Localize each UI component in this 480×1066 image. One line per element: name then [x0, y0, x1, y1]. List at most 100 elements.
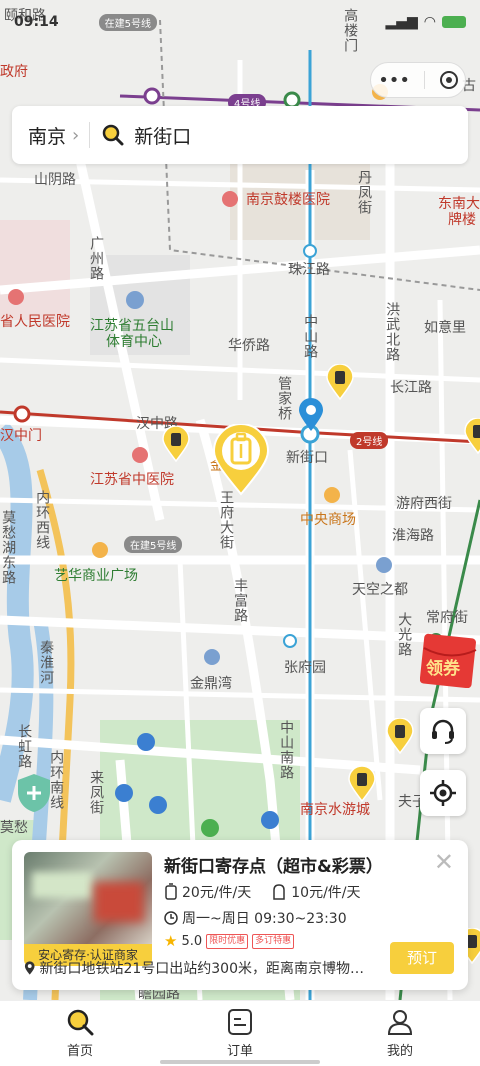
map-label: 东南大: [438, 196, 480, 212]
price-small: 10元/件/天: [291, 885, 361, 901]
search-bar[interactable]: 南京 › 新街口: [12, 106, 468, 164]
rating-value: 5.0: [181, 933, 203, 949]
map-label: 如意里: [424, 320, 466, 336]
map-label: 中山南路: [278, 720, 295, 780]
status-icons: ▂▄▆ ◠: [385, 14, 466, 30]
large-luggage-icon: [165, 883, 177, 900]
map-view[interactable]: 颐和路 政府 高楼门 古 4号线 山阴路 南京鼓楼医院 丹凤街 东南大 牌楼 广…: [0, 0, 480, 1000]
status-metro-tag: 在建5号线: [98, 13, 157, 31]
current-location-pin: [299, 398, 323, 431]
nav-home-label: 首页: [66, 1044, 93, 1059]
map-label: 新街口: [286, 450, 328, 466]
chevron-right-icon[interactable]: ›: [72, 125, 79, 146]
map-label: 秦淮河: [38, 640, 55, 685]
map-label: 江苏省五台山: [90, 318, 174, 334]
store-photo: [24, 852, 152, 944]
search-home-icon: [67, 1009, 94, 1036]
search-icon: [102, 124, 124, 146]
headset-icon: [432, 719, 454, 744]
mini-program-capsule[interactable]: •••: [370, 62, 466, 98]
battery-icon: [442, 16, 466, 28]
more-icon[interactable]: •••: [378, 70, 410, 91]
search-input[interactable]: 新街口: [134, 122, 191, 149]
map-label: 华侨路: [228, 338, 270, 354]
map-label: 江苏省中医院: [90, 472, 174, 488]
status-time: 09:14: [14, 14, 59, 30]
city-selector[interactable]: 南京: [28, 122, 66, 149]
map-label: 牌楼: [448, 212, 476, 228]
bottom-nav: 首页 订单 我的: [0, 1000, 480, 1066]
nav-orders[interactable]: 订单: [160, 1001, 320, 1066]
map-label: 洪武北路: [384, 302, 401, 362]
promo-tag: 限时优惠: [206, 933, 249, 949]
map-label: 金鼎湾: [190, 676, 232, 692]
opening-hours: 周一~周日 09:30~23:30: [182, 911, 347, 927]
map-label: 莫愁: [0, 820, 28, 836]
nav-mine[interactable]: 我的: [320, 1001, 480, 1066]
price-row: 20元/件/天 10元/件/天: [164, 882, 361, 902]
map-label: 汉中门: [0, 428, 42, 444]
coupon-label: 领券: [426, 659, 460, 679]
map-label: 来凤街: [88, 770, 105, 815]
metro-line-tag: 在建5号线: [124, 536, 183, 553]
customer-service-button[interactable]: [420, 708, 466, 754]
map-label: 大光路: [396, 612, 413, 657]
map-label: 张府园: [284, 660, 326, 676]
nav-home[interactable]: 首页: [0, 1001, 160, 1066]
signal-icon: ▂▄▆: [385, 14, 418, 30]
map-label: 长江路: [390, 380, 432, 396]
address-text: 新街口地铁站21号口出站约300米，距离南京博物…: [39, 961, 364, 977]
storage-pin[interactable]: [464, 418, 480, 454]
user-icon: [387, 1010, 413, 1035]
close-icon[interactable]: ✕: [434, 850, 454, 874]
crosshair-icon: [430, 780, 456, 806]
nav-mine-label: 我的: [386, 1044, 413, 1059]
locate-me-button[interactable]: [420, 770, 466, 816]
rating-row: ★ 5.0 限时优惠 多订特惠: [164, 932, 295, 950]
map-label: 中山路: [302, 314, 319, 359]
book-button[interactable]: 预订: [390, 942, 454, 974]
location-icon: [24, 961, 35, 975]
map-label: 王府大街: [218, 490, 235, 550]
storage-pin[interactable]: [386, 718, 414, 754]
order-icon: [228, 1009, 252, 1035]
home-indicator: [160, 1060, 320, 1064]
map-label: 淮海路: [392, 528, 434, 544]
storage-pin[interactable]: [348, 766, 376, 802]
close-target-icon[interactable]: [439, 71, 458, 89]
nav-orders-label: 订单: [226, 1044, 253, 1059]
map-label: 内环西线: [34, 490, 51, 550]
map-label: 丰富路: [232, 578, 249, 623]
store-title: 新街口寄存点（超市&彩票）: [164, 857, 383, 877]
map-label: 南京鼓楼医院: [246, 192, 330, 208]
map-label: 游府西街: [396, 496, 452, 512]
wifi-icon: ◠: [423, 14, 436, 30]
map-label: 政府: [0, 64, 28, 80]
storage-pin[interactable]: [326, 364, 354, 400]
address-row: 新街口地铁站21号口出站约300米，距离南京博物…: [24, 958, 364, 978]
map-label: 艺华商业广场: [54, 568, 138, 584]
selected-storage-pin[interactable]: [212, 424, 270, 496]
map-label: 长虹路: [16, 724, 33, 769]
small-bag-icon: [273, 884, 285, 900]
map-label: 管家桥: [276, 376, 293, 421]
map-label: 南京水游城: [300, 802, 370, 818]
star-icon: ★: [164, 932, 178, 950]
promo-tag: 多订特惠: [252, 933, 295, 949]
map-label: 中央商场: [300, 512, 356, 528]
map-label: 珠江路: [288, 262, 330, 278]
map-label: 天空之都: [352, 582, 408, 598]
map-label: 常府街: [426, 610, 468, 626]
map-label: 丹凤街: [356, 170, 373, 215]
safety-shield-icon[interactable]: [16, 772, 52, 814]
map-label: 山阴路: [34, 172, 76, 188]
map-label: 省人民医院: [0, 314, 70, 330]
hours-row: 周一~周日 09:30~23:30: [164, 908, 347, 928]
status-bar: 09:14 在建5号线 ▂▄▆ ◠: [0, 0, 480, 44]
store-card[interactable]: 安心寄存·认证商家 新街口寄存点（超市&彩票） ✕ 20元/件/天 10元/件/…: [12, 840, 468, 990]
storage-pin[interactable]: [162, 426, 190, 462]
price-large: 20元/件/天: [182, 885, 252, 901]
coupon-button[interactable]: 领券: [419, 632, 480, 689]
map-label: 体育中心: [106, 334, 162, 350]
map-label: 广州路: [88, 236, 105, 281]
